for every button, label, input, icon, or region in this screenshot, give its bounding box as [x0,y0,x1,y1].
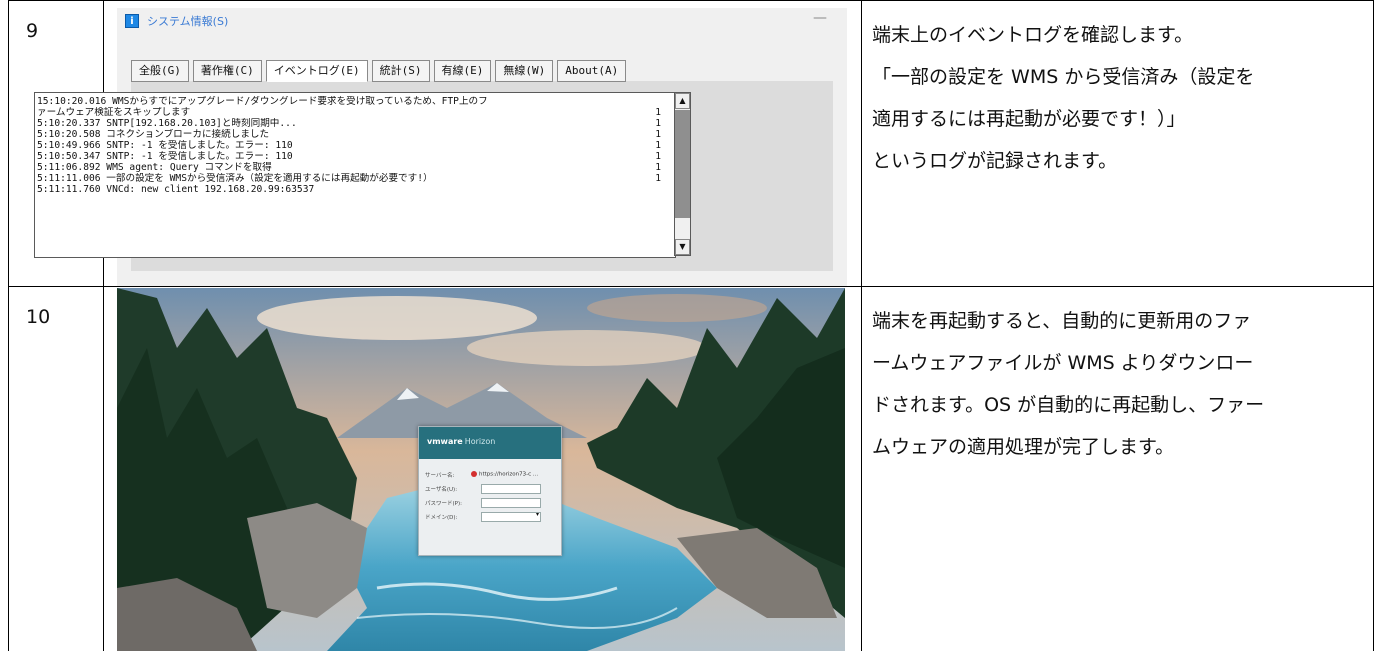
tab-wired[interactable]: 有線(E) [433,60,492,82]
vmware-logo: vmware Horizon [427,437,496,446]
server-label: サーバー名: [425,473,455,479]
description-line: 端末を再起動すると、自動的に更新用のファ [872,310,1252,332]
scroll-up-button[interactable]: ▲ [675,93,690,109]
log-line: 5:10:20.508 コネクションブローカに接続しました 1 [37,129,661,140]
dialog-titlebar: i システム情報(S) [125,12,228,30]
scroll-down-button[interactable]: ▼ [675,239,690,255]
chevron-down-icon: ▾ [535,511,539,518]
description-line: ドされます。OS が自動的に再起動し、ファー [872,394,1265,416]
event-log-list[interactable]: 15:10:20.016 WMSからすでにアップグレード/ダウングレード要求を受… [34,92,676,258]
log-line: 5:11:11.006 一部の設定を WMSから受信済み（設定を適用するには再起… [37,173,661,184]
domain-select[interactable]: ▾ [481,511,541,522]
log-scrollbar[interactable]: ▲ ▼ [674,92,691,256]
log-line: 5:10:50.347 SNTP: -1 を受信しました。エラー: 110 1 [37,151,661,162]
server-value: https://horizon73-c ... [471,471,538,478]
warning-icon [471,471,477,477]
log-line: 5:11:11.760 VNCd: new client 192.168.20.… [37,184,315,195]
table-row-divider [8,286,1374,287]
description-line: というログが記録されます。 [872,150,1118,172]
log-line: 5:10:20.337 SNTP[192.168.20.103]と時刻同期中..… [37,118,661,129]
description-line: ームウェアファイルが WMS よりダウンロー [872,352,1254,374]
dialog-title: システム情報(S) [147,15,229,28]
log-line: ァームウェア検証をスキップします 1 [37,107,661,118]
tab-about[interactable]: About(A) [557,60,627,82]
tab-copyright[interactable]: 著作権(C) [192,60,262,82]
horizon-login-dialog: vmware Horizon サーバー名: https://horizon73-c… [418,426,562,556]
step-description: 端末上のイベントログを確認します。 「一部の設定を WMS から受信済み（設定を… [872,14,1367,182]
table-border-left [8,0,9,651]
log-line: 15:10:20.016 WMSからすでにアップグレード/ダウングレード要求を受… [37,96,488,107]
table-column-divider [861,0,862,651]
step-number: 10 [26,306,51,328]
minimize-button[interactable]: — [813,10,827,26]
info-icon: i [125,14,139,28]
description-line: 端末上のイベントログを確認します。 [872,24,1194,46]
user-label: ユーザ名(U): [425,487,458,493]
tab-event-log[interactable]: イベントログ(E) [265,60,368,82]
log-line: 5:11:06.892 WMS agent: Query コマンドを取得 1 [37,162,661,173]
login-header: vmware Horizon [419,427,561,459]
description-line: 適用するには再起動が必要です！）」 [872,108,1186,130]
tab-bar: 全般(G) 著作権(C) イベントログ(E) 統計(S) 有線(E) 無線(W)… [131,60,630,82]
scroll-thumb[interactable] [675,110,690,218]
step-description: 端末を再起動すると、自動的に更新用のファ ームウェアファイルが WMS よりダウ… [872,300,1367,468]
tab-wireless[interactable]: 無線(W) [495,60,554,82]
password-field[interactable] [481,498,541,508]
description-line: 「一部の設定を WMS から受信済み（設定を [872,66,1255,88]
domain-label: ドメイン(D): [425,515,458,521]
description-line: ムウェアの適用処理が完了します。 [872,436,1175,458]
user-field[interactable] [481,484,541,494]
tab-statistics[interactable]: 統計(S) [371,60,430,82]
step-number: 9 [26,20,39,42]
password-label: パスワード(P): [425,501,462,507]
tab-general[interactable]: 全般(G) [131,60,189,82]
log-line: 5:10:49.966 SNTP: -1 を受信しました。エラー: 110 1 [37,140,661,151]
table-border-top [8,0,1374,1]
